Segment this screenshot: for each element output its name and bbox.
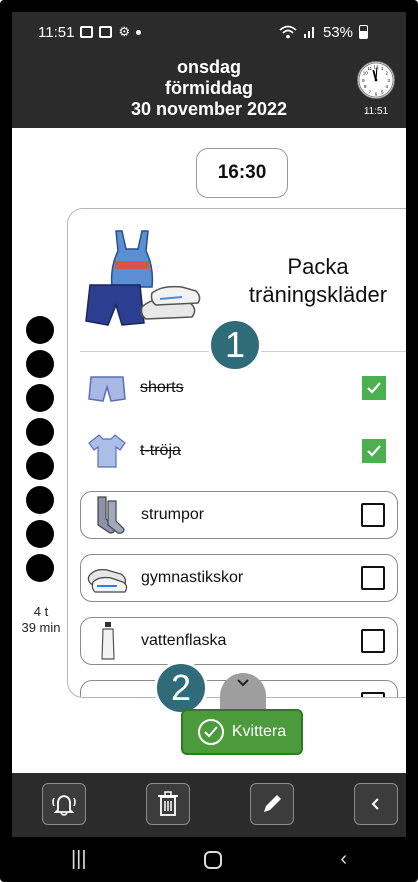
checklist-item[interactable]: gymnastikskor — [80, 554, 398, 602]
acknowledge-label: Kvittera — [231, 723, 287, 740]
acknowledge-button[interactable]: Kvittera — [181, 709, 303, 755]
edit-button[interactable] — [250, 783, 294, 825]
pencil-icon — [264, 795, 281, 812]
battery-icon — [359, 25, 368, 39]
activity-title-line2: träningskläder — [248, 282, 388, 307]
notification-dot-icon — [136, 29, 142, 35]
svg-text:11: 11 — [367, 66, 372, 71]
bottom-toolbar — [12, 773, 406, 837]
step-badge-2: 2 — [154, 661, 208, 715]
system-navigation-bar: ||| ‹ — [12, 837, 406, 882]
chevron-down-icon — [237, 679, 249, 687]
record-icon — [99, 26, 113, 38]
part-of-day-label: förmiddag — [165, 78, 253, 98]
date-header: onsdag förmiddag 30 november 2022 12 1 2 3… — [12, 52, 406, 128]
svg-text:10: 10 — [363, 71, 369, 76]
activity-title-line1: Packa — [287, 254, 349, 279]
date-label: 30 november 2022 — [130, 99, 288, 119]
delete-button[interactable] — [146, 783, 190, 825]
checkbox-unchecked[interactable] — [361, 503, 385, 527]
checklist-item-label: shorts — [140, 379, 184, 396]
checklist-item[interactable]: strumpor — [80, 491, 398, 539]
checkbox-checked[interactable] — [362, 439, 386, 463]
checklist-item[interactable]: vattenflaska — [80, 617, 398, 665]
weekday-label: onsdag — [176, 57, 241, 77]
back-button[interactable] — [354, 783, 398, 825]
water-bottle-icon — [85, 621, 131, 661]
wifi-icon — [279, 25, 297, 39]
clock-time-label: 11:51 — [363, 106, 389, 117]
signal-icon — [303, 27, 314, 38]
settings-icon: ⚙ — [118, 24, 131, 39]
svg-text:12: 12 — [373, 64, 379, 69]
analog-clock-icon: 12 12 345 678 91011 — [357, 61, 395, 99]
checklist-item-label: t-tröja — [140, 442, 181, 459]
checklist-item-label: vattenflaska — [141, 632, 227, 649]
socks-icon — [85, 495, 131, 535]
remaining-hours: 4 t — [33, 604, 49, 619]
status-time: 11:51 — [38, 23, 75, 41]
remaining-minutes: 39 min — [21, 620, 61, 635]
tshirt-icon — [84, 431, 130, 471]
alarm-bell-icon — [52, 795, 76, 816]
time-dot — [26, 486, 54, 514]
time-dot — [26, 418, 54, 446]
sneakers-icon — [85, 558, 131, 598]
time-dot — [26, 316, 54, 344]
home-icon[interactable] — [204, 850, 223, 869]
time-remaining-text: 4 t 39 min — [16, 604, 66, 636]
main-content: 16:30 4 t 39 min Packa träningskläder sh… — [12, 128, 406, 773]
time-dot — [26, 384, 54, 412]
photo-icon — [80, 26, 94, 38]
sports-clothes-icon — [85, 230, 201, 326]
checkbox-unchecked[interactable] — [361, 629, 385, 653]
step-badge-1: 1 — [208, 318, 262, 372]
status-bar: 11:51 ⚙ 53% — [12, 12, 406, 52]
activity-title: Packa träningskläder — [228, 253, 406, 309]
checkbox-checked[interactable] — [362, 376, 386, 400]
checkbox-unchecked[interactable] — [361, 692, 385, 697]
shorts-icon — [84, 368, 130, 408]
time-remaining-dots — [26, 316, 56, 588]
checklist-item-label: strumpor — [141, 506, 205, 523]
check-circle-icon — [197, 719, 224, 745]
time-dot — [26, 350, 54, 378]
checklist-item-label: gymnastikskor — [141, 569, 244, 586]
recent-apps-icon[interactable]: ||| — [71, 848, 87, 871]
back-nav-icon[interactable]: ‹ — [340, 848, 347, 871]
checklist-item[interactable]: t-tröja — [80, 427, 398, 475]
battery-percent: 53% — [322, 23, 353, 41]
alarm-button[interactable] — [42, 783, 86, 825]
trash-icon — [158, 791, 178, 816]
checkbox-unchecked[interactable] — [361, 566, 385, 590]
chevron-left-icon — [371, 798, 379, 810]
time-dot — [26, 452, 54, 480]
time-dot — [26, 520, 54, 548]
activity-card: Packa träningskläder shorts t-tröja stru… — [67, 208, 406, 698]
activity-time[interactable]: 16:30 — [196, 148, 288, 198]
time-dot — [26, 554, 54, 582]
